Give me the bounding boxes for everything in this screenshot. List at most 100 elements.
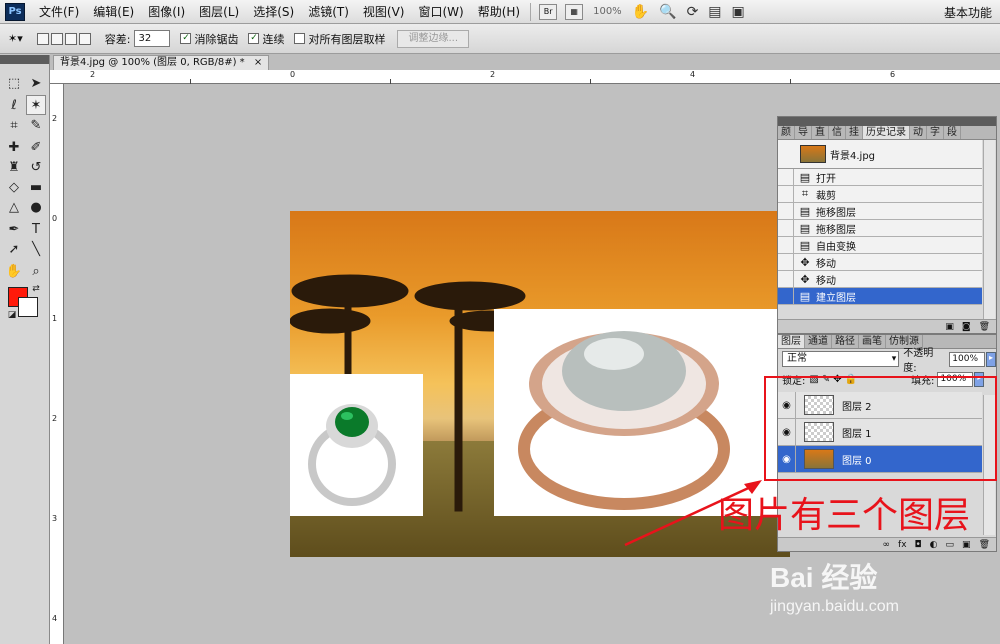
menu-view[interactable]: 视图(V) xyxy=(363,3,405,20)
horizontal-ruler[interactable]: 2 0 2 4 6 xyxy=(50,70,1000,84)
tab-histogram[interactable]: 直 xyxy=(812,126,829,139)
antialias-checkbox[interactable]: ✓ 消除锯齿 xyxy=(180,31,238,47)
crop-tool-icon[interactable]: ⌗ xyxy=(4,115,24,135)
menu-window[interactable]: 窗口(W) xyxy=(418,3,463,20)
view-extras-icon[interactable]: ▦ xyxy=(565,3,584,20)
history-item-selected[interactable]: ▤ 建立图层 xyxy=(778,288,982,305)
magic-wand-preset-icon[interactable]: ✶▾ xyxy=(8,32,23,45)
history-item[interactable]: ▤ 拖移图层 xyxy=(778,203,982,220)
tab-layers[interactable]: 图层 xyxy=(778,335,805,348)
menu-filter[interactable]: 滤镜(T) xyxy=(308,3,349,20)
path-selection-tool-icon[interactable]: ➚ xyxy=(4,239,24,259)
tab-paths[interactable]: 路径 xyxy=(832,335,859,348)
tab-color[interactable]: 颜 xyxy=(778,126,795,139)
move-tool-icon[interactable]: ➤ xyxy=(26,73,46,93)
history-item[interactable]: ▤ 打开 xyxy=(778,169,982,186)
brush-tool-icon[interactable]: ✐ xyxy=(26,137,46,157)
history-source-box[interactable] xyxy=(778,186,794,202)
sample-all-layers-checkbox[interactable]: 对所有图层取样 xyxy=(294,31,385,47)
menu-select[interactable]: 选择(S) xyxy=(253,3,294,20)
zoom-tool-icon[interactable]: ⌕ xyxy=(26,261,46,281)
workspace-switcher[interactable]: 基本功能 xyxy=(944,4,992,21)
tab-character[interactable]: 字 xyxy=(927,126,944,139)
layer-mask-icon[interactable]: ◘ xyxy=(915,540,922,550)
blur-tool-icon[interactable]: △ xyxy=(4,197,24,217)
history-source-box[interactable] xyxy=(778,271,794,287)
tab-navigator[interactable]: 导 xyxy=(795,126,812,139)
link-layers-icon[interactable]: ∞ xyxy=(883,540,891,550)
hand-tool-icon[interactable]: ✋ xyxy=(4,261,24,281)
menu-edit[interactable]: 编辑(E) xyxy=(93,3,134,20)
blend-mode-select[interactable]: 正常 ▾ xyxy=(782,351,900,367)
eraser-tool-icon[interactable]: ◇ xyxy=(4,177,24,197)
type-tool-icon[interactable]: T xyxy=(26,219,46,239)
pen-tool-icon[interactable]: ✒ xyxy=(4,219,24,239)
big-ring-layer[interactable] xyxy=(494,309,790,516)
history-snapshot[interactable]: 背景4.jpg xyxy=(778,140,982,169)
trash-icon[interactable]: 🗑 xyxy=(979,322,990,332)
document-tab[interactable]: 背景4.jpg @ 100% (图层 0, RGB/8#) * × xyxy=(53,55,270,70)
history-item[interactable]: ▤ 拖移图层 xyxy=(778,220,982,237)
dodge-tool-icon[interactable]: ● xyxy=(26,197,46,217)
menu-file[interactable]: 文件(F) xyxy=(39,3,79,20)
menu-image[interactable]: 图像(I) xyxy=(148,3,185,20)
history-source-box[interactable] xyxy=(778,237,794,253)
history-item[interactable]: ⌗ 裁剪 xyxy=(778,186,982,203)
line-tool-icon[interactable]: ╲ xyxy=(26,239,46,259)
opacity-input[interactable]: 100% xyxy=(949,351,986,367)
contiguous-checkbox[interactable]: ✓ 连续 xyxy=(248,31,284,47)
adjustment-layer-icon[interactable]: ◐ xyxy=(930,540,938,550)
history-source-box[interactable] xyxy=(778,288,794,304)
history-brush-tool-icon[interactable]: ↺ xyxy=(26,157,46,177)
tab-history[interactable]: 历史记录 xyxy=(863,126,910,139)
layer-style-icon[interactable]: fx xyxy=(898,540,907,550)
history-source-box[interactable] xyxy=(778,254,794,270)
history-source-box[interactable] xyxy=(778,169,794,185)
zoom-level[interactable]: 100% xyxy=(593,6,622,17)
history-item[interactable]: ✥ 移动 xyxy=(778,254,982,271)
menu-help[interactable]: 帮助(H) xyxy=(478,3,520,20)
history-item[interactable]: ▤ 自由变换 xyxy=(778,237,982,254)
default-colors-icon[interactable]: ◪ xyxy=(2,305,22,325)
tab-paragraph[interactable]: 段 xyxy=(944,126,961,139)
tolerance-input[interactable]: 32 xyxy=(134,30,171,47)
tools-panel-header[interactable] xyxy=(0,55,49,64)
opacity-slider-icon[interactable]: ▸ xyxy=(986,351,996,367)
history-scrollbar[interactable] xyxy=(983,140,995,320)
menu-layer[interactable]: 图层(L) xyxy=(199,3,239,20)
bridge-icon[interactable]: Br xyxy=(539,3,558,20)
tab-actions[interactable]: 动 xyxy=(910,126,927,139)
small-ring-layer[interactable] xyxy=(290,374,423,516)
hand-tool-icon[interactable]: ✋ xyxy=(632,4,649,20)
tab-styles[interactable]: 挂 xyxy=(846,126,863,139)
eyedropper-tool-icon[interactable]: ✎ xyxy=(26,115,46,135)
healing-brush-tool-icon[interactable]: ✚ xyxy=(4,137,24,157)
vertical-ruler[interactable]: 2 0 1 2 3 4 xyxy=(50,84,64,644)
add-selection-icon[interactable] xyxy=(50,32,63,45)
clone-stamp-tool-icon[interactable]: ♜ xyxy=(4,157,24,177)
panel-header[interactable] xyxy=(778,117,996,126)
refine-edge-button[interactable]: 调整边缘... xyxy=(397,29,470,48)
history-source-box[interactable] xyxy=(778,203,794,219)
new-group-icon[interactable]: ▭ xyxy=(946,540,955,550)
new-selection-icon[interactable] xyxy=(36,32,49,45)
intersect-selection-icon[interactable] xyxy=(78,32,91,45)
marquee-tool-icon[interactable]: ⬚ xyxy=(4,73,24,93)
new-snapshot-icon[interactable]: ◙ xyxy=(962,322,971,332)
gradient-tool-icon[interactable]: ▬ xyxy=(26,177,46,197)
tab-channels[interactable]: 通道 xyxy=(805,335,832,348)
trash-icon[interactable]: 🗑 xyxy=(979,540,990,550)
close-icon[interactable]: × xyxy=(254,57,262,68)
arrange-documents-icon[interactable]: ▤ xyxy=(708,4,721,20)
history-source-box[interactable] xyxy=(778,220,794,236)
subtract-selection-icon[interactable] xyxy=(64,32,77,45)
swap-colors-icon[interactable]: ⇄ xyxy=(26,279,46,299)
history-item[interactable]: ✥ 移动 xyxy=(778,271,982,288)
new-document-from-state-icon[interactable]: ▣ xyxy=(945,322,954,332)
zoom-tool-icon[interactable]: 🔍 xyxy=(659,4,676,20)
rotate-view-icon[interactable]: ⟳ xyxy=(687,4,699,20)
magic-wand-tool-icon[interactable]: ✶ xyxy=(26,95,46,115)
tab-brushes[interactable]: 画笔 xyxy=(859,335,886,348)
screen-mode-icon[interactable]: ▣ xyxy=(732,4,745,20)
new-layer-icon[interactable]: ▣ xyxy=(962,540,971,550)
